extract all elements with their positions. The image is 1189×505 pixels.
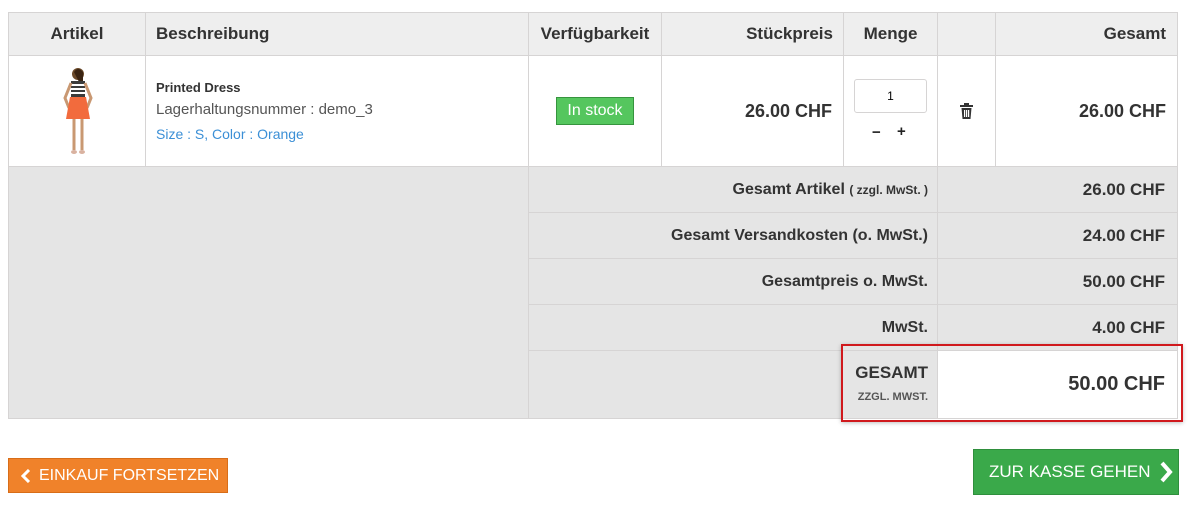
delete-cell bbox=[937, 55, 996, 167]
availability-cell: In stock bbox=[528, 55, 662, 167]
in-stock-badge: In stock bbox=[556, 97, 634, 125]
grand-total-highlight bbox=[841, 344, 1183, 422]
shipping-label-cell: Gesamt Versandkosten (o. MwSt.) bbox=[528, 212, 938, 259]
product-description-cell: Printed Dress Lagerhaltungsnummer : demo… bbox=[145, 55, 529, 167]
quantity-decrease-button[interactable]: − bbox=[872, 124, 881, 141]
continue-shopping-button[interactable]: EINKAUF FORTSETZEN bbox=[8, 458, 228, 493]
product-image[interactable] bbox=[53, 64, 103, 160]
header-verfuegbarkeit: Verfügbarkeit bbox=[528, 12, 662, 56]
unit-price: 26.00 CHF bbox=[744, 100, 832, 121]
header-artikel: Artikel bbox=[8, 12, 146, 56]
total-products-value: 26.00 CHF bbox=[1082, 179, 1165, 199]
total-products-label-cell: Gesamt Artikel ( zzgl. MwSt. ) bbox=[528, 166, 938, 213]
header-stueckpreis: Stückpreis bbox=[661, 12, 844, 56]
product-attributes-link[interactable]: Size : S, Color : Orange bbox=[156, 126, 304, 142]
tax-value: 4.00 CHF bbox=[1092, 317, 1165, 337]
total-products-value-cell: 26.00 CHF bbox=[937, 166, 1178, 213]
continue-shopping-label: EINKAUF FORTSETZEN bbox=[39, 466, 220, 484]
row-total: 26.00 CHF bbox=[1078, 100, 1166, 121]
header-beschreibung: Beschreibung bbox=[145, 12, 529, 56]
total-products-note: ( zzgl. MwSt. ) bbox=[849, 182, 928, 197]
grand-total-spacer bbox=[528, 350, 843, 419]
header-menge: Menge bbox=[843, 12, 938, 56]
chevron-right-icon bbox=[1160, 461, 1173, 483]
summary-empty-area bbox=[8, 166, 529, 419]
checkout-label: ZUR KASSE GEHEN bbox=[989, 462, 1151, 481]
trash-icon[interactable] bbox=[960, 103, 973, 119]
tax-label: MwSt. bbox=[881, 318, 928, 336]
header-delete bbox=[937, 12, 996, 56]
quantity-input[interactable] bbox=[854, 79, 927, 113]
quantity-increase-button[interactable]: + bbox=[897, 123, 906, 140]
total-without-tax-label-cell: Gesamtpreis o. MwSt. bbox=[528, 258, 938, 305]
total-products-label: Gesamt Artikel bbox=[732, 180, 845, 198]
total-without-tax-value-cell: 50.00 CHF bbox=[937, 258, 1178, 305]
product-sku: Lagerhaltungsnummer : demo_3 bbox=[156, 101, 373, 118]
unit-price-cell: 26.00 CHF bbox=[661, 55, 844, 167]
total-without-tax-value: 50.00 CHF bbox=[1082, 271, 1165, 291]
total-without-tax-label: Gesamtpreis o. MwSt. bbox=[761, 272, 928, 290]
checkout-button[interactable]: ZUR KASSE GEHEN bbox=[973, 449, 1179, 495]
header-gesamt: Gesamt bbox=[995, 12, 1178, 56]
product-name[interactable]: Printed Dress bbox=[156, 80, 241, 95]
quantity-cell: − + bbox=[843, 55, 938, 167]
shipping-label: Gesamt Versandkosten (o. MwSt.) bbox=[671, 226, 928, 244]
chevron-left-icon bbox=[21, 468, 31, 483]
shipping-value: 24.00 CHF bbox=[1082, 225, 1165, 245]
shipping-value-cell: 24.00 CHF bbox=[937, 212, 1178, 259]
product-image-cell bbox=[8, 55, 146, 167]
row-total-cell: 26.00 CHF bbox=[995, 55, 1178, 167]
